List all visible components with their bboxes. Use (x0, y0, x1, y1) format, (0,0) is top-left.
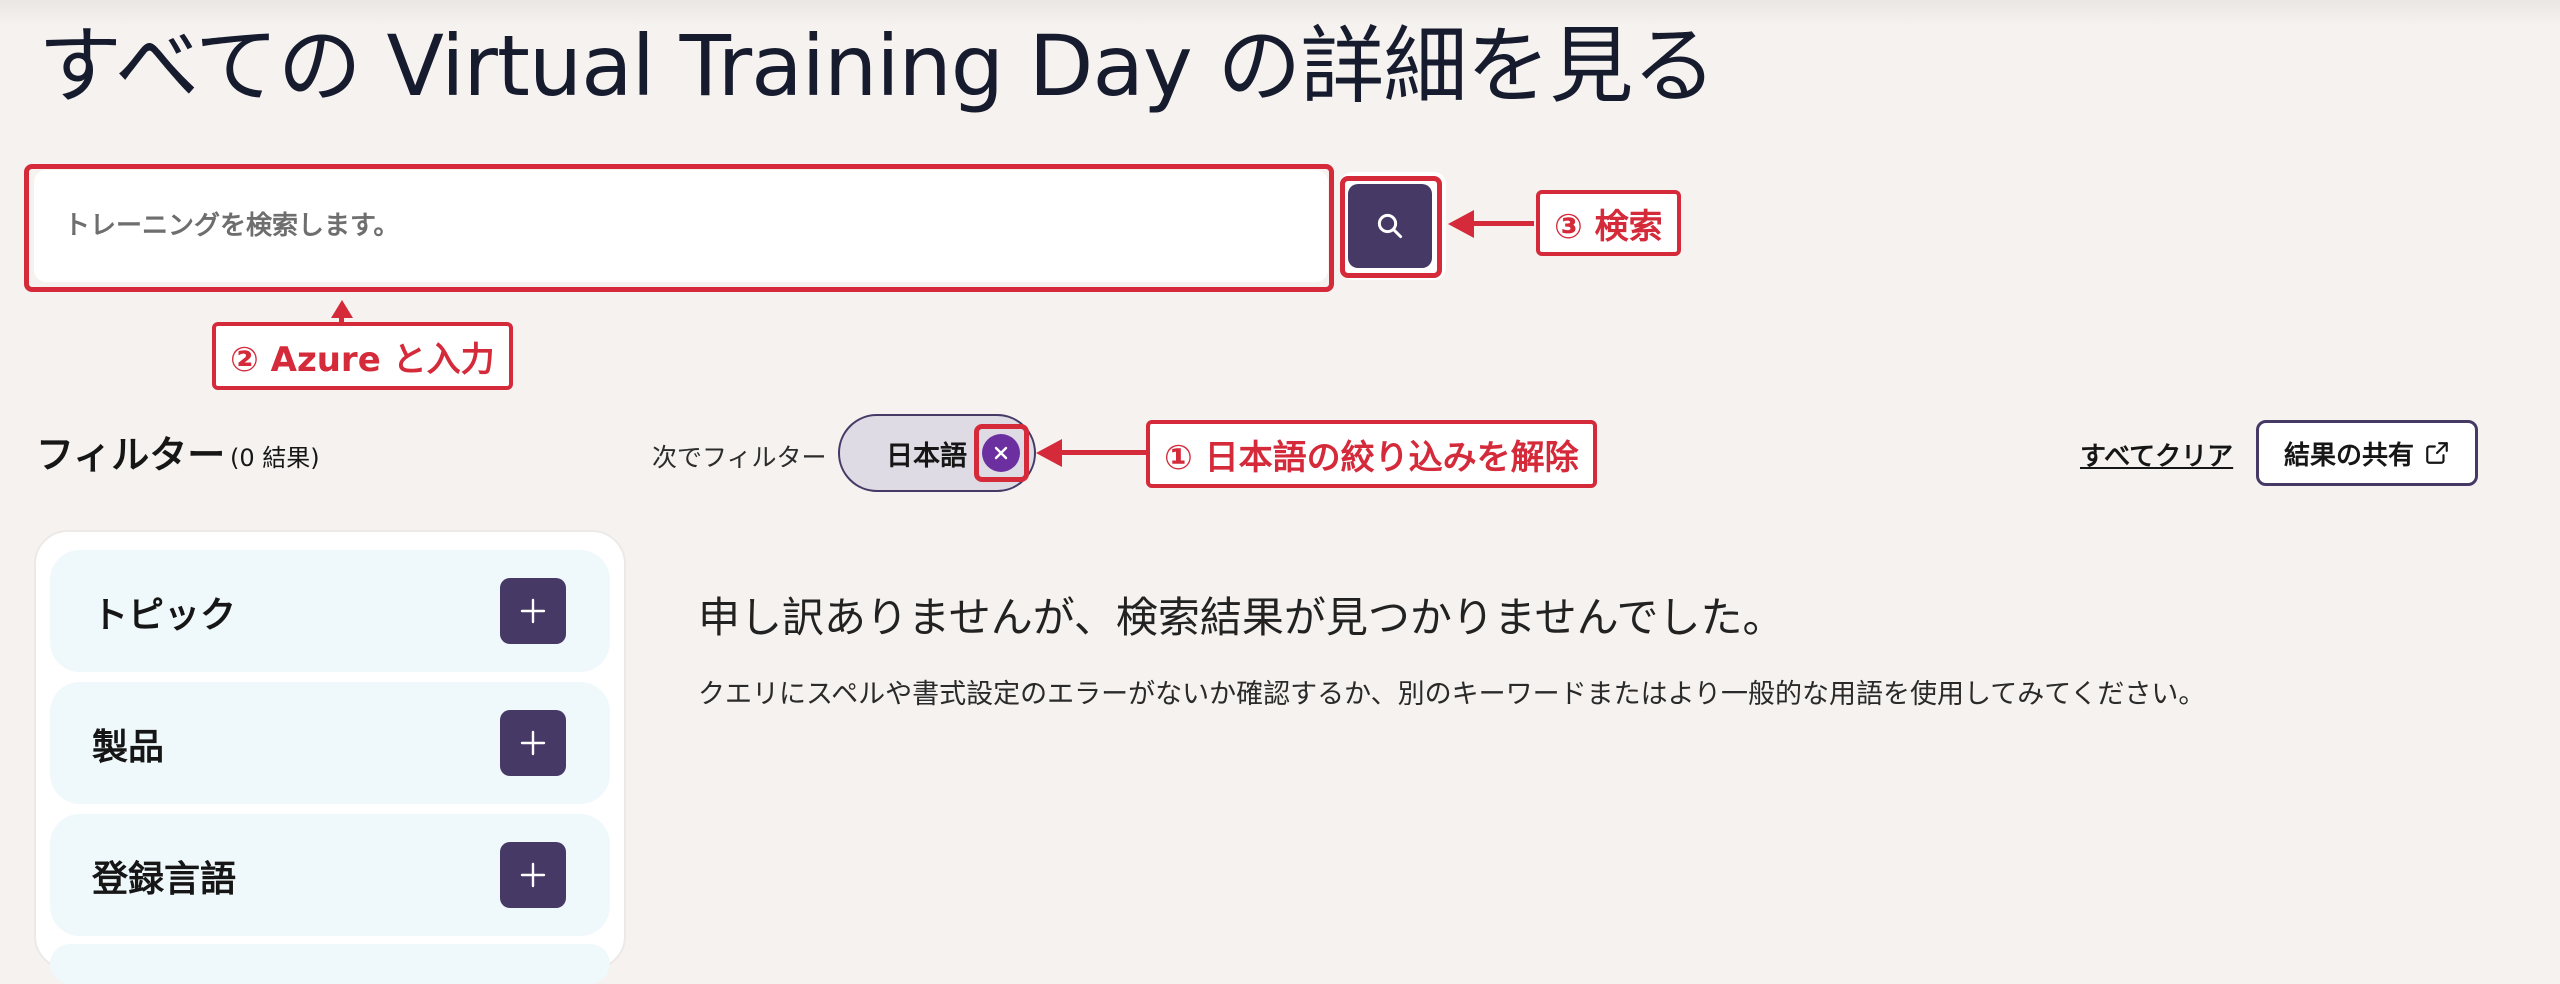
page-title: すべての Virtual Training Day の詳細を見る (38, 17, 1716, 115)
annotation-step3: ③ 検索 (1536, 190, 1681, 256)
no-results-help: クエリにスペルや書式設定のエラーがないか確認するか、別のキーワードまたはより一般… (698, 679, 2206, 710)
expand-product-button[interactable] (500, 710, 566, 776)
search-input-highlight (24, 164, 1334, 292)
plus-icon (520, 730, 546, 756)
result-count: (0 結果) (230, 444, 320, 472)
plus-icon (520, 862, 546, 888)
filter-chip-label: 日本語 (886, 441, 967, 472)
plus-icon (520, 598, 546, 624)
clear-all-link[interactable]: すべてクリア (2080, 436, 2233, 473)
remove-filter-highlight (974, 424, 1029, 482)
annotation-arrow-3-line (1470, 221, 1534, 226)
filter-by-label: 次でフィルター (652, 443, 827, 472)
sidebar-item-next[interactable] (50, 944, 610, 984)
sidebar-item-product[interactable]: 製品 (50, 682, 610, 804)
expand-language-button[interactable] (500, 842, 566, 908)
sidebar-item-label: トピック (92, 595, 237, 636)
sidebar-item-label: 製品 (92, 727, 165, 768)
share-results-button[interactable]: 結果の共有 (2256, 420, 2478, 486)
no-results-heading: 申し訳ありませんが、検索結果が見つかりませんでした。 (698, 593, 1785, 642)
expand-topic-button[interactable] (500, 578, 566, 644)
search-button-highlight (1340, 176, 1442, 278)
filter-heading: フィルター (36, 433, 226, 477)
sidebar-item-label: 登録言語 (92, 859, 237, 900)
annotation-step1: ① 日本語の絞り込みを解除 (1146, 420, 1597, 488)
annotation-arrow-1-line (1058, 450, 1146, 455)
sidebar-item-language[interactable]: 登録言語 (50, 814, 610, 936)
share-icon (2426, 442, 2448, 464)
share-button-label: 結果の共有 (2283, 440, 2414, 471)
annotation-step2: ② Azure と入力 (212, 322, 513, 390)
sidebar-item-topic[interactable]: トピック (50, 550, 610, 672)
